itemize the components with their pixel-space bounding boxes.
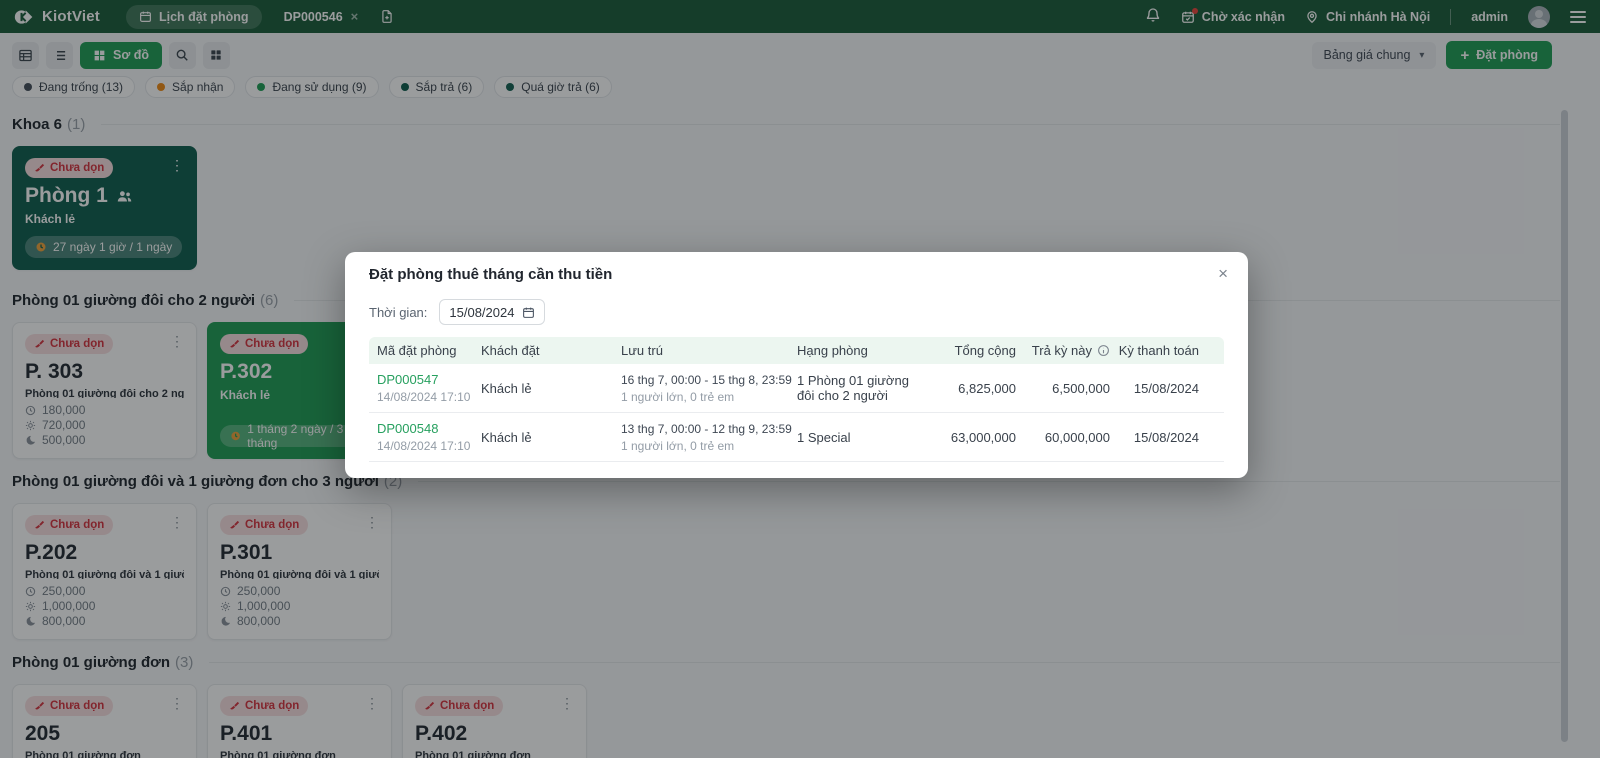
booking-code-link[interactable]: DP000547 [377, 372, 481, 387]
app-root: KiotViet Lịch đặt phòng DP000546 × Chờ x… [0, 0, 1600, 758]
payment-period: 15/08/2024 [1133, 380, 1199, 396]
room-type-cell: 1 Phòng 01 giường đôi cho 2 người [797, 373, 909, 403]
col-header-guest: Khách đặt [481, 343, 540, 358]
date-value: 15/08/2024 [449, 304, 515, 320]
stay-range: 16 thg 7, 00:00 - 15 thg 8, 23:59 [621, 372, 792, 387]
due-label: Trả kỳ này [1031, 343, 1092, 358]
date-input[interactable]: 15/08/2024 [439, 299, 546, 325]
col-header-total: Tổng cộng [954, 343, 1016, 358]
table-header-row: Mã đặt phòng Khách đặt Lưu trú Hạng phòn… [369, 337, 1224, 364]
modal-title: Đặt phòng thuê tháng cần thu tiền [369, 266, 613, 283]
col-header-room: Hạng phòng [797, 343, 868, 358]
col-header-period: Kỳ thanh toán [1118, 343, 1199, 358]
booking-guest: Khách lẻ [481, 380, 532, 396]
stay-range: 13 thg 7, 00:00 - 12 thg 9, 23:59 [621, 421, 792, 436]
room-type-cell: 1 Special [797, 429, 851, 445]
calendar-icon [523, 307, 535, 318]
stay-occupancy: 1 người lớn, 0 trẻ em [621, 389, 735, 404]
booking-created: 14/08/2024 17:10 [377, 439, 471, 453]
close-icon[interactable]: × [1218, 265, 1228, 282]
monthly-rent-collect-modal: Đặt phòng thuê tháng cần thu tiền × Thời… [345, 252, 1248, 478]
booking-guest: Khách lẻ [481, 429, 532, 445]
col-header-code: Mã đặt phòng [377, 343, 457, 358]
col-header-due: Trả kỳ này [1016, 343, 1110, 358]
info-icon[interactable] [1097, 344, 1110, 357]
booking-created: 14/08/2024 17:10 [377, 390, 471, 404]
booking-code-link[interactable]: DP000548 [377, 421, 481, 436]
total-amount: 6,825,000 [958, 380, 1016, 396]
bookings-table: Mã đặt phòng Khách đặt Lưu trú Hạng phòn… [369, 337, 1224, 462]
stay-occupancy: 1 người lớn, 0 trẻ em [621, 438, 735, 453]
payment-period: 15/08/2024 [1133, 429, 1199, 445]
col-header-stay: Lưu trú [621, 343, 663, 358]
booking-row[interactable]: DP000547 14/08/2024 17:10 Khách lẻ 16 th… [369, 364, 1224, 413]
time-label: Thời gian: [369, 304, 428, 320]
due-amount: 6,500,000 [1052, 380, 1110, 396]
due-amount: 60,000,000 [1044, 429, 1110, 445]
booking-row[interactable]: DP000548 14/08/2024 17:10 Khách lẻ 13 th… [369, 413, 1224, 462]
total-amount: 63,000,000 [950, 429, 1016, 445]
